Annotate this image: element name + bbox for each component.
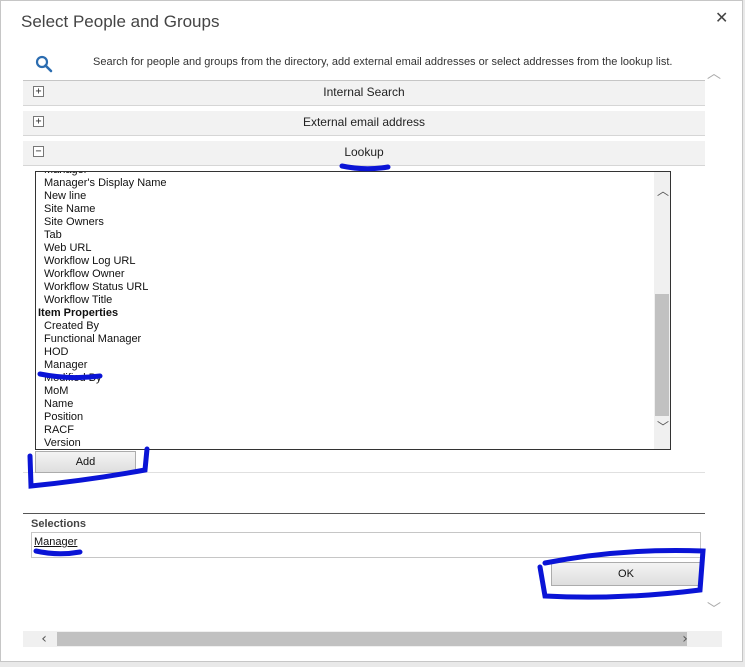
add-button[interactable]: Add	[35, 451, 136, 473]
list-item[interactable]: Site Owners	[36, 216, 656, 229]
scroll-thumb[interactable]	[655, 294, 669, 416]
list-item[interactable]: Manager	[36, 359, 656, 372]
list-item[interactable]: Version	[36, 437, 656, 449]
search-icon[interactable]	[35, 55, 53, 73]
chevron-down-icon[interactable]: ﹀	[657, 421, 669, 433]
chevron-down-icon[interactable]: ﹀	[707, 599, 721, 619]
list-item[interactable]: Workflow Owner	[36, 268, 656, 281]
select-people-dialog: Select People and Groups ✕ Search for pe…	[0, 0, 743, 662]
list-item[interactable]: RACF	[36, 424, 656, 437]
list-item[interactable]: Site Name	[36, 203, 656, 216]
selections-label: Selections	[31, 518, 87, 530]
section-internal-search[interactable]: + Internal Search	[23, 81, 705, 106]
selections-panel: Selections Manager	[23, 513, 705, 558]
lookup-list: ManagerManager's Display NameNew lineSit…	[36, 172, 656, 449]
lookup-panel: ManagerManager's Display NameNew lineSit…	[23, 165, 705, 473]
list-item[interactable]: Functional Manager	[36, 333, 656, 346]
list-item[interactable]: MoM	[36, 385, 656, 398]
section-label[interactable]: Internal Search	[23, 85, 705, 99]
scroll-thumb[interactable]	[57, 632, 687, 646]
list-item[interactable]: Modified By	[36, 372, 656, 385]
chevron-up-icon[interactable]: ︿	[707, 63, 721, 83]
search-row: Search for people and groups from the di…	[23, 48, 705, 81]
search-hint: Search for people and groups from the di…	[93, 56, 673, 68]
section-external-email[interactable]: + External email address	[23, 111, 705, 136]
horizontal-scrollbar[interactable]: ‹ ›	[23, 631, 722, 647]
selections-box[interactable]: Manager	[31, 532, 701, 558]
close-icon[interactable]: ✕	[715, 8, 728, 27]
section-lookup[interactable]: − Lookup	[23, 141, 705, 166]
section-label[interactable]: Lookup	[23, 145, 705, 159]
chevron-up-icon[interactable]: ︿	[657, 185, 669, 197]
list-item[interactable]: HOD	[36, 346, 656, 359]
list-item[interactable]: Position	[36, 411, 656, 424]
ok-button[interactable]: OK	[551, 562, 701, 586]
chevron-left-icon[interactable]: ‹	[37, 631, 51, 647]
list-item[interactable]: Workflow Status URL	[36, 281, 656, 294]
chevron-right-icon[interactable]: ›	[678, 631, 692, 647]
section-label[interactable]: External email address	[23, 115, 705, 129]
list-item[interactable]: Manager's Display Name	[36, 177, 656, 190]
list-scrollbar[interactable]: ︿ ﹀	[654, 172, 670, 449]
selected-item[interactable]: Manager	[34, 536, 77, 548]
list-item[interactable]: Workflow Log URL	[36, 255, 656, 268]
list-item[interactable]: Workflow Title	[36, 294, 656, 307]
list-item[interactable]: Created By	[36, 320, 656, 333]
dialog-title: Select People and Groups	[21, 12, 220, 31]
list-item[interactable]: Tab	[36, 229, 656, 242]
list-item[interactable]: Web URL	[36, 242, 656, 255]
list-group-header: Item Properties	[38, 307, 119, 319]
lookup-listbox[interactable]: ManagerManager's Display NameNew lineSit…	[35, 171, 671, 450]
list-item[interactable]: Name	[36, 398, 656, 411]
list-item[interactable]: New line	[36, 190, 656, 203]
